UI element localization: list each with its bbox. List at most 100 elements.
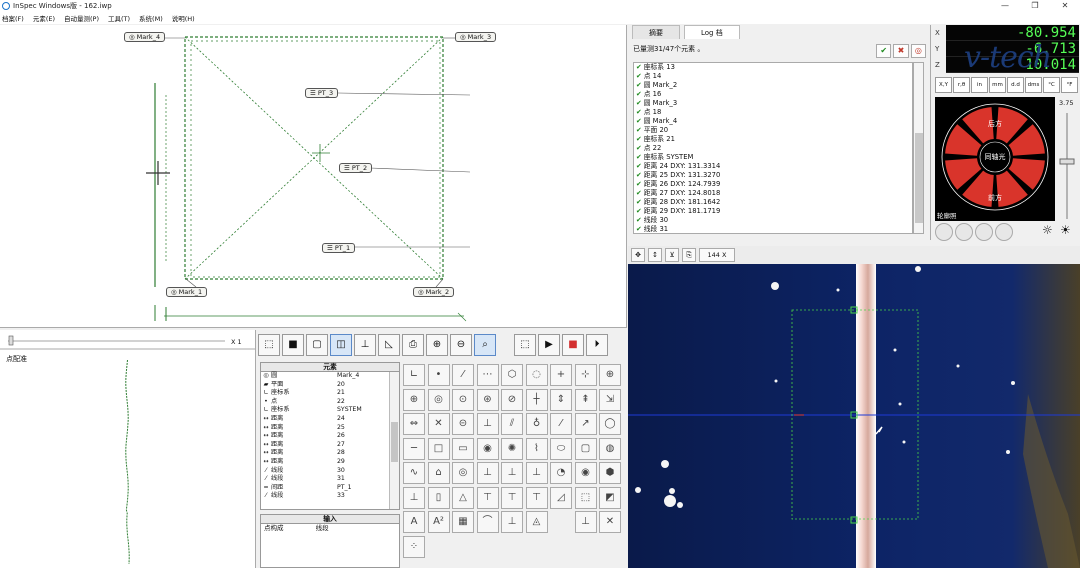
unit-celsius[interactable]: °C — [1043, 77, 1060, 93]
element-scrollbar[interactable] — [389, 372, 399, 509]
tool-line-icon[interactable]: ┼ — [525, 388, 548, 411]
log-row[interactable]: ✔ 点 16 — [634, 90, 912, 99]
tool-distance-icon[interactable]: ◌ — [525, 364, 548, 386]
element-rows[interactable]: ◎ 圆 Mark_4 ▰ 平面 20 ∟ 座标系 21 • 点 22 ∟ 座标系 SYSTEM ↔ 距离 24 ↔ 距… — [261, 372, 399, 501]
element-row[interactable]: ↔ 距离 25 — [261, 424, 399, 433]
tool-text-icon[interactable]: ▢ — [574, 437, 597, 460]
unit-fahrenheit[interactable]: °F — [1061, 77, 1078, 93]
reject-button[interactable]: ✖ — [893, 44, 909, 58]
view-solid-icon[interactable]: ■ — [282, 334, 304, 356]
log-row[interactable]: ✔ 点 14 — [634, 72, 912, 81]
tool-text-icon[interactable]: ▯ — [427, 486, 450, 509]
log-scroll-thumb[interactable] — [915, 133, 923, 223]
log-row[interactable]: ✔ 座标系 13 — [634, 63, 912, 72]
tool-cone-icon[interactable]: ⊥ — [476, 413, 499, 435]
unit-polar[interactable]: r,θ — [953, 77, 970, 93]
tool-cone-icon[interactable]: ⊥ — [403, 486, 425, 509]
element-row[interactable]: ∟ 座标系 21 — [261, 389, 399, 398]
probe-icon[interactable]: ⊻ — [665, 248, 679, 262]
log-list[interactable]: ✔ 座标系 13 ✔ 点 14 ✔ 圆 Mark_2 ✔ 点 16 ✔ 圆 Mark_3 ✔ 点 18… — [633, 62, 913, 234]
target-button[interactable]: ◎ — [910, 44, 926, 58]
tab-summary[interactable]: 摘要 — [632, 25, 680, 39]
tool-point-icon[interactable]: ∟ — [403, 364, 425, 386]
menu-system[interactable]: 系统(M) — [139, 13, 163, 23]
coordinate-icon[interactable]: ⊥ — [354, 334, 376, 356]
unit-xy[interactable]: X,Y — [935, 77, 952, 93]
tool-arc-icon[interactable]: □ — [427, 437, 450, 460]
log-row[interactable]: ✔ 距离 29 DXY: 181.1719 — [634, 207, 912, 216]
tool-ellipse-icon[interactable]: ⊥ — [476, 462, 499, 484]
tool-scan-icon[interactable]: ⊙ — [452, 388, 474, 411]
unit-inch[interactable]: in — [971, 77, 988, 93]
tool-scan-icon[interactable]: ◬ — [525, 511, 548, 533]
tool-cylinder-icon[interactable]: ▦ — [452, 511, 474, 533]
tool-scan-icon[interactable]: △ — [452, 486, 474, 509]
tool-cone-icon[interactable]: ⌒ — [476, 511, 499, 533]
tool-scan-icon[interactable]: ♁ — [525, 413, 548, 435]
input-item-segment[interactable]: 线段 — [316, 524, 329, 532]
ring-light-icon[interactable] — [935, 223, 953, 241]
light-dial[interactable]: 后方 同轴光 前方 轮廓照 — [935, 97, 1055, 221]
tool-point-icon[interactable]: ⊛ — [476, 388, 499, 411]
tool-arc-icon[interactable]: ⇞ — [574, 388, 597, 411]
tool-angle-icon[interactable]: ◔ — [550, 462, 572, 484]
zoom-fit-icon[interactable]: ⌕ — [474, 334, 496, 356]
log-row[interactable]: ✔ 线段 31 — [634, 225, 912, 233]
log-row[interactable]: ✔ 座标系 21 — [634, 135, 912, 144]
element-row[interactable]: ⁄ 线段 33 — [261, 492, 399, 501]
tag-mark-1[interactable]: ◎ Mark_1 — [166, 287, 208, 297]
zoom-out-icon[interactable]: ⊖ — [450, 334, 472, 356]
log-row[interactable]: ✔ 点 18 — [634, 108, 912, 117]
tag-mark-3[interactable]: ◎ Mark_3 — [455, 32, 497, 42]
sun-dim-icon[interactable]: ☼ — [1042, 223, 1053, 237]
stop-icon[interactable]: ■ — [562, 334, 584, 356]
element-row[interactable]: ↔ 距离 26 — [261, 432, 399, 441]
tool-point-icon[interactable]: ⁄ — [550, 413, 572, 435]
element-row[interactable]: ∟ 座标系 SYSTEM — [261, 406, 399, 415]
element-row[interactable]: ↔ 距离 24 — [261, 415, 399, 424]
element-row[interactable]: ↔ 距离 29 — [261, 458, 399, 467]
tool-circle-icon[interactable]: ⊤ — [501, 486, 523, 509]
tool-cylinder-icon[interactable]: ⬢ — [599, 462, 621, 484]
tool-scan-icon[interactable]: ◍ — [599, 437, 621, 460]
element-row[interactable]: ▰ 平面 20 — [261, 381, 399, 390]
tag-pt-1[interactable]: ☰ PT_1 — [322, 243, 356, 253]
element-row[interactable]: ◎ 圆 Mark_4 — [261, 372, 399, 381]
log-row[interactable]: ✔ 距离 28 DXY: 181.1642 — [634, 198, 912, 207]
log-row[interactable]: ✔ 平面 20 — [634, 126, 912, 135]
tool-plane-icon[interactable]: A² — [427, 511, 450, 533]
element-row[interactable]: ⁄ 线段 31 — [261, 475, 399, 484]
log-row[interactable]: ✔ 距离 24 DXY: 131.3314 — [634, 162, 912, 171]
tool-ellipse-icon[interactable]: ⇕ — [550, 388, 572, 411]
menu-file[interactable]: 档案(F) — [2, 13, 24, 23]
unit-decimal-degree[interactable]: d.d — [1007, 77, 1024, 93]
tool-ellipse-icon[interactable]: ◿ — [550, 486, 572, 509]
tool-arc-icon[interactable]: ⊥ — [501, 462, 523, 484]
tag-mark-2[interactable]: ◎ Mark_2 — [413, 287, 455, 297]
tool-arc-icon[interactable]: ⬡ — [501, 364, 523, 386]
full-light-icon[interactable] — [995, 223, 1013, 241]
tool-distance-icon[interactable]: ◩ — [599, 486, 621, 509]
tool-line-icon[interactable]: ⊤ — [525, 486, 548, 509]
tool-angle-icon[interactable]: ⇔ — [403, 413, 425, 435]
tool-plane-icon[interactable]: ◉ — [574, 462, 597, 484]
drawing-canvas[interactable]: ◎ Mark_4 ◎ Mark_3 ☰ PT_3 ☰ PT_2 ☰ PT_1 ◎ Mark_… — [0, 25, 627, 328]
close-button[interactable]: ✕ — [1050, 0, 1080, 12]
input-item-point[interactable]: 点构成 — [264, 524, 284, 532]
tool-line-icon[interactable]: ✕ — [599, 511, 621, 533]
element-row[interactable]: ⁄ 线段 30 — [261, 467, 399, 476]
log-row[interactable]: ✔ 距离 27 DXY: 124.8018 — [634, 189, 912, 198]
unit-dms[interactable]: dms — [1025, 77, 1042, 93]
element-row[interactable]: ↔ 距离 28 — [261, 449, 399, 458]
tool-cylinder-icon[interactable]: ⊕ — [599, 364, 621, 386]
tool-cylinder-icon[interactable]: ⊝ — [452, 413, 474, 435]
log-row[interactable]: ✔ 线段 30 — [634, 216, 912, 225]
tag-mark-4[interactable]: ◎ Mark_4 — [124, 32, 166, 42]
log-row[interactable]: ✔ 圆 Mark_3 — [634, 99, 912, 108]
tool-distance-icon[interactable]: ▭ — [452, 437, 474, 460]
tool-cylinder-icon[interactable]: ⌇ — [525, 437, 548, 460]
crosshair-icon[interactable]: ✥ — [631, 248, 645, 262]
maximize-button[interactable]: ❐ — [1020, 0, 1050, 12]
menu-auto-measure[interactable]: 自动量测(P) — [64, 13, 99, 23]
menu-tools[interactable]: 工具(T) — [108, 13, 130, 23]
